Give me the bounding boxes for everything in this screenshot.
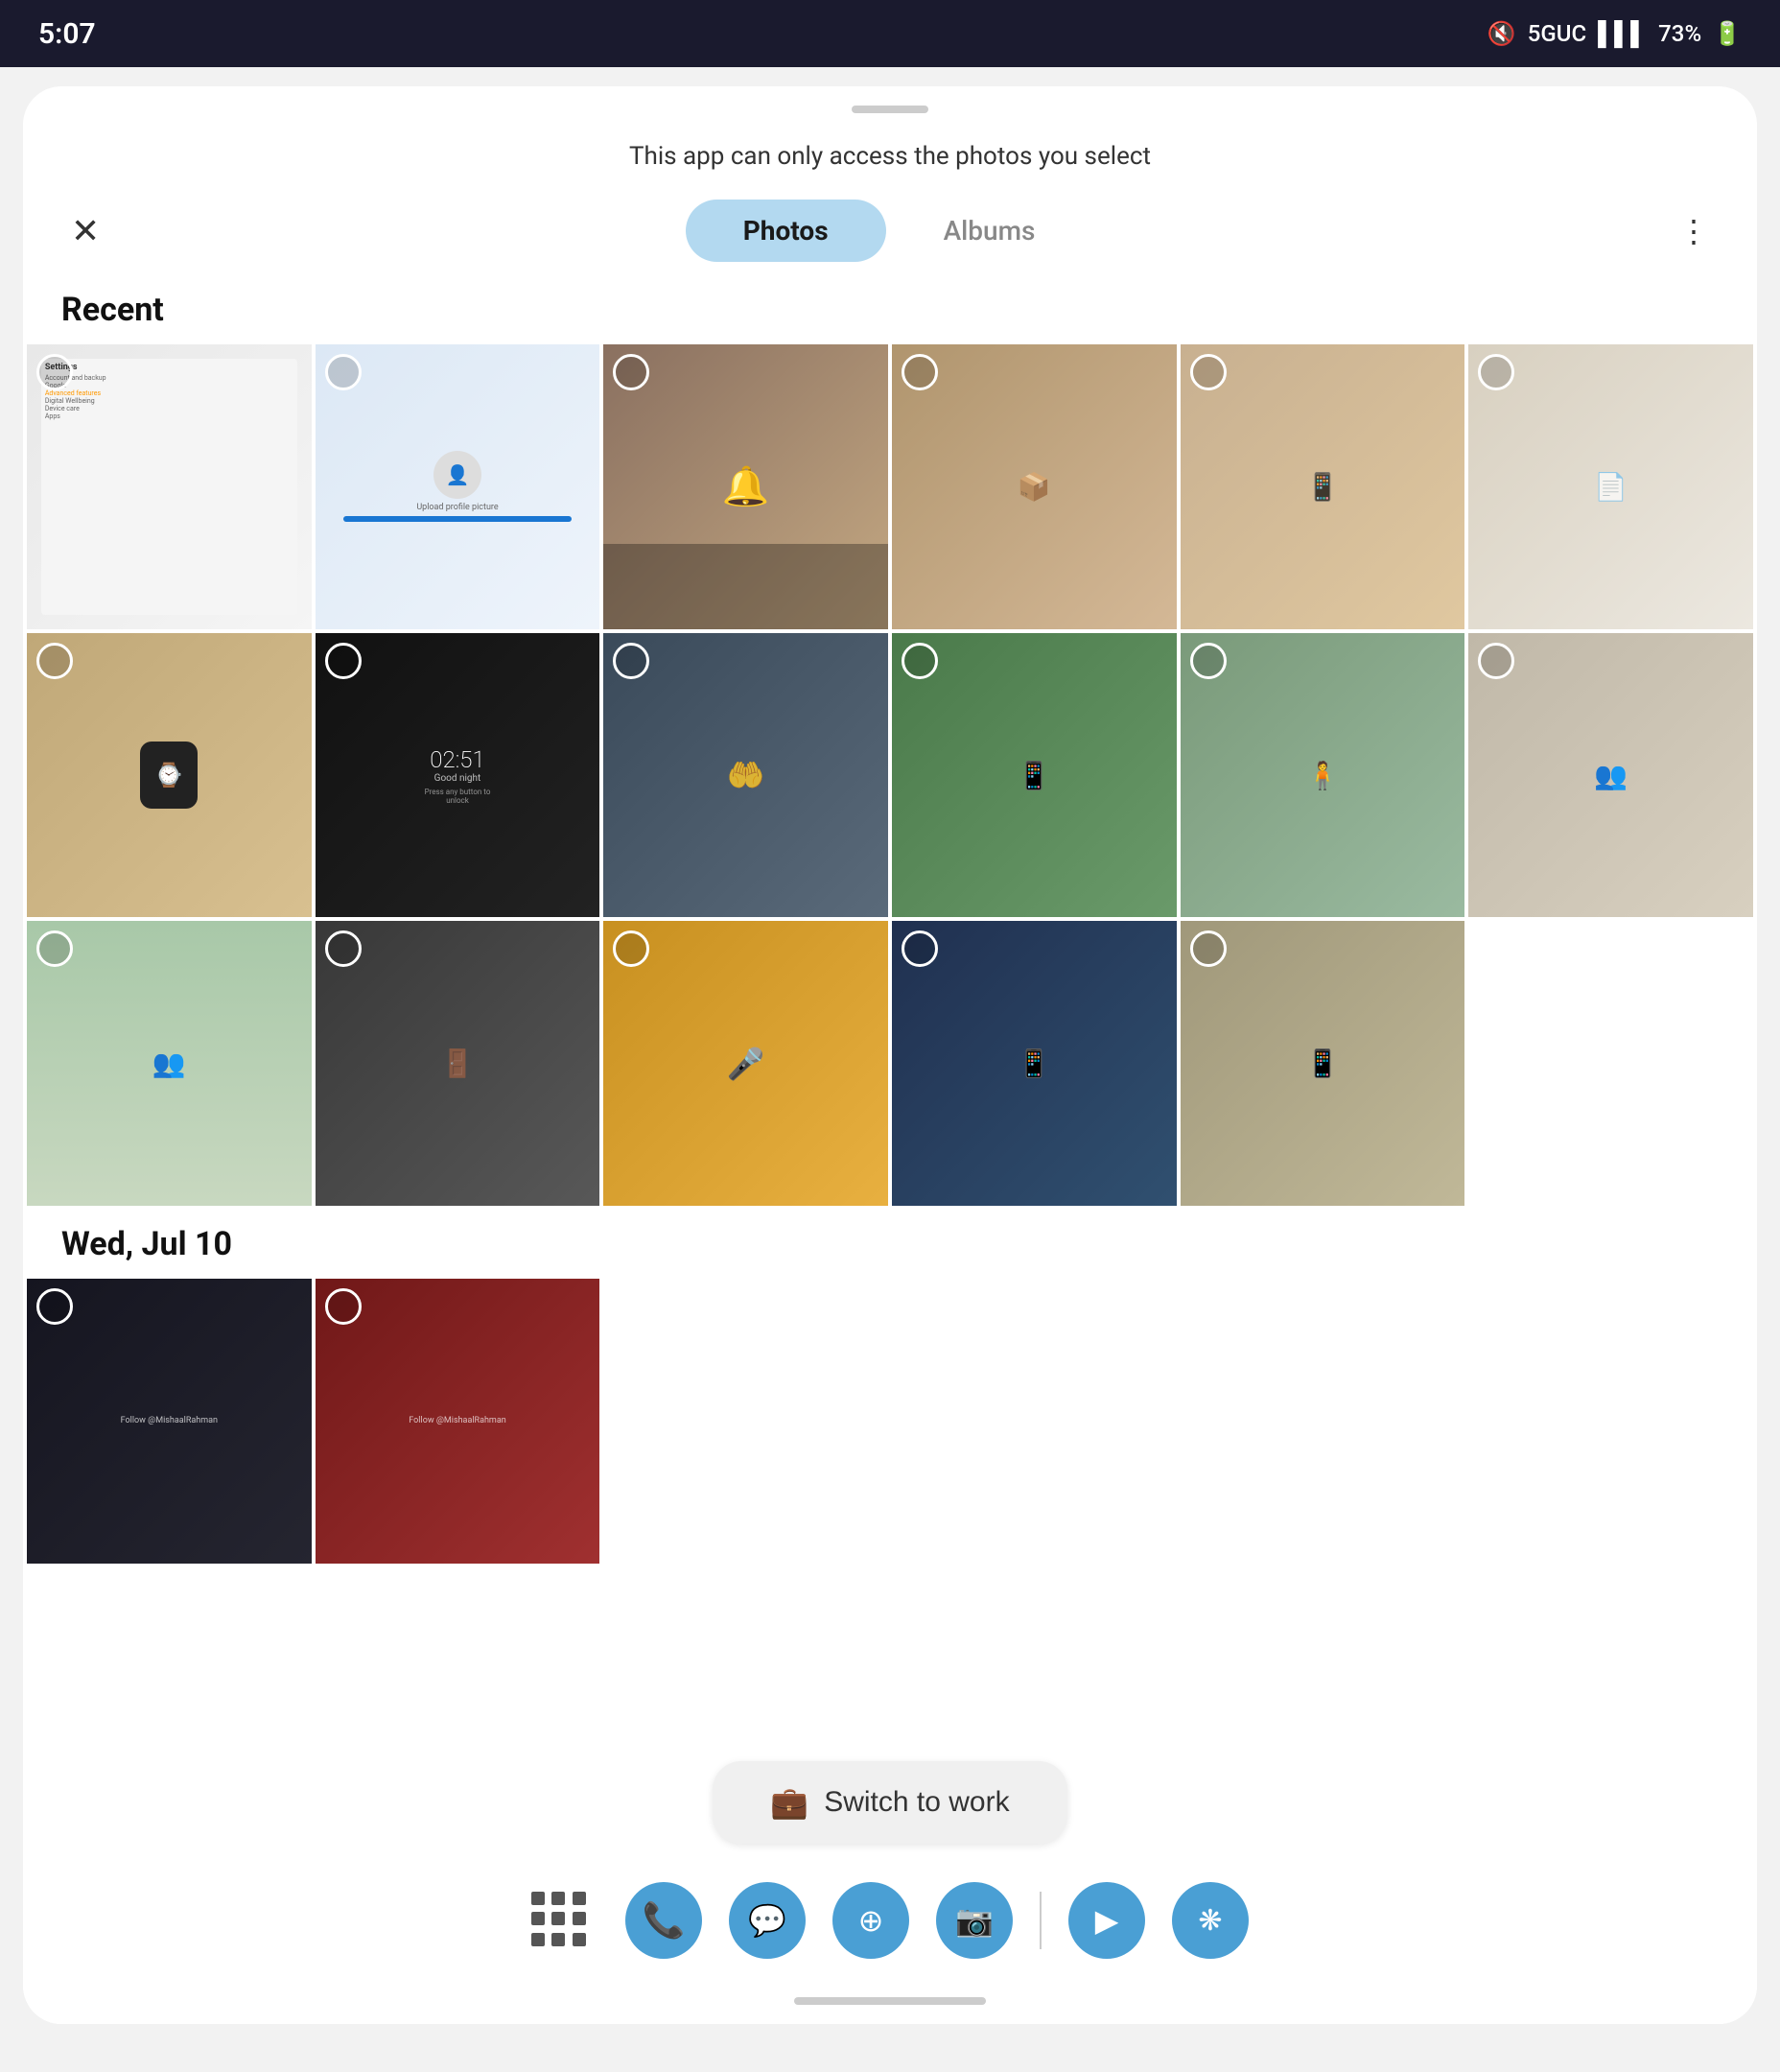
photo-cell[interactable]: 👤 Upload profile picture (316, 344, 600, 629)
drag-handle[interactable] (852, 106, 928, 113)
signal-bars: ▌▌▌ (1598, 20, 1647, 48)
home-indicator[interactable] (794, 1997, 986, 2005)
selection-circle (325, 930, 362, 967)
play-icon: ▶ (1095, 1902, 1119, 1939)
dock-petal[interactable]: ❋ (1172, 1882, 1249, 1959)
permission-notice: This app can only access the photos you … (23, 113, 1757, 190)
selection-circle (902, 643, 938, 679)
dock-play[interactable]: ▶ (1068, 1882, 1145, 1959)
photo-cell[interactable]: 👥 (27, 921, 312, 1206)
selection-circle (325, 643, 362, 679)
photo-cell[interactable]: 📱 (892, 921, 1177, 1206)
tab-albums[interactable]: Albums (886, 200, 1093, 262)
selection-circle (902, 354, 938, 390)
selection-circle (325, 1288, 362, 1325)
photo-cell[interactable]: 🤲 (603, 633, 888, 918)
bottom-section: 💼 Switch to work 📞 💬 ⊕ (23, 1742, 1757, 2024)
photo-grid-jul10: Follow @MishaalRahman Follow @MishaalRah… (23, 1279, 1757, 1564)
selection-circle (36, 354, 73, 390)
switch-to-work-label: Switch to work (824, 1786, 1009, 1819)
section-jul10-header: Wed, Jul 10 (23, 1206, 1757, 1279)
tab-photos[interactable]: Photos (686, 200, 886, 262)
camera-icon: 📷 (955, 1902, 994, 1939)
status-bar: 5:07 🔇 5GUC ▌▌▌ 73% 🔋 (0, 0, 1780, 67)
app-dock: 📞 💬 ⊕ 📷 ▶ ❋ (23, 1863, 1757, 1988)
chrome-icon: ⊕ (858, 1902, 884, 1939)
selection-circle (1478, 643, 1514, 679)
selection-circle (325, 354, 362, 390)
more-button[interactable]: ⋮ (1669, 203, 1719, 259)
selection-circle (1190, 354, 1227, 390)
messages-icon: 💬 (748, 1902, 786, 1939)
battery-level: 73% (1658, 20, 1701, 47)
dock-messages[interactable]: 💬 (729, 1882, 806, 1959)
dock-camera[interactable]: 📷 (936, 1882, 1013, 1959)
switch-to-work-button[interactable]: 💼 Switch to work (713, 1761, 1066, 1844)
all-apps-button[interactable] (531, 1892, 589, 1949)
dock-divider (1040, 1892, 1042, 1949)
selection-circle (1190, 643, 1227, 679)
selection-circle (36, 643, 73, 679)
phone-icon: 📞 (643, 1900, 686, 1941)
briefcase-icon: 💼 (770, 1784, 808, 1821)
photo-cell[interactable]: Follow @MishaalRahman (316, 1279, 600, 1564)
selection-circle (36, 1288, 73, 1325)
photo-cell[interactable]: 🔔 (603, 344, 888, 629)
nav-bar (23, 1988, 1757, 2024)
photo-cell[interactable]: 🚪 (316, 921, 600, 1206)
section-recent-header: Recent (23, 271, 1757, 344)
selection-circle (1190, 930, 1227, 967)
photo-cell[interactable]: 🧍 (1181, 633, 1465, 918)
close-button[interactable]: ✕ (61, 201, 109, 261)
photo-grid-recent: Settings Account and backup Google Advan… (23, 344, 1757, 1206)
mute-icon: 🔇 (1487, 20, 1516, 47)
photo-cell[interactable]: Follow @MishaalRahman (27, 1279, 312, 1564)
battery-icon: 🔋 (1713, 20, 1742, 47)
photo-cell[interactable]: 👥 (1468, 633, 1753, 918)
photo-cell[interactable]: 📦 (892, 344, 1177, 629)
scroll-content[interactable]: Recent Settings Account and backup Googl… (23, 271, 1757, 1941)
status-right: 🔇 5GUC ▌▌▌ 73% 🔋 (1487, 20, 1742, 48)
main-card: This app can only access the photos you … (23, 86, 1757, 2024)
petal-icon: ❋ (1198, 1904, 1222, 1938)
network-label: 5GUC (1528, 20, 1586, 47)
photo-cell[interactable]: 📄 (1468, 344, 1753, 629)
dock-phone[interactable]: 📞 (625, 1882, 702, 1959)
photo-cell[interactable]: 02:51 Good night Press any button to unl… (316, 633, 600, 918)
selection-circle (613, 643, 649, 679)
tabs-container: Photos Albums (109, 200, 1669, 262)
photo-cell[interactable]: 📱 (892, 633, 1177, 918)
dock-chrome[interactable]: ⊕ (832, 1882, 909, 1959)
photo-cell[interactable]: 📱 (1181, 921, 1465, 1206)
photo-cell[interactable]: 🎤 (603, 921, 888, 1206)
photo-cell[interactable]: ⌚ (27, 633, 312, 918)
photo-cell[interactable]: 📱 (1181, 344, 1465, 629)
tab-bar: ✕ Photos Albums ⋮ (23, 190, 1757, 271)
switch-to-work-container: 💼 Switch to work (23, 1742, 1757, 1863)
photo-cell[interactable]: Settings Account and backup Google Advan… (27, 344, 312, 629)
status-time: 5:07 (38, 17, 96, 51)
